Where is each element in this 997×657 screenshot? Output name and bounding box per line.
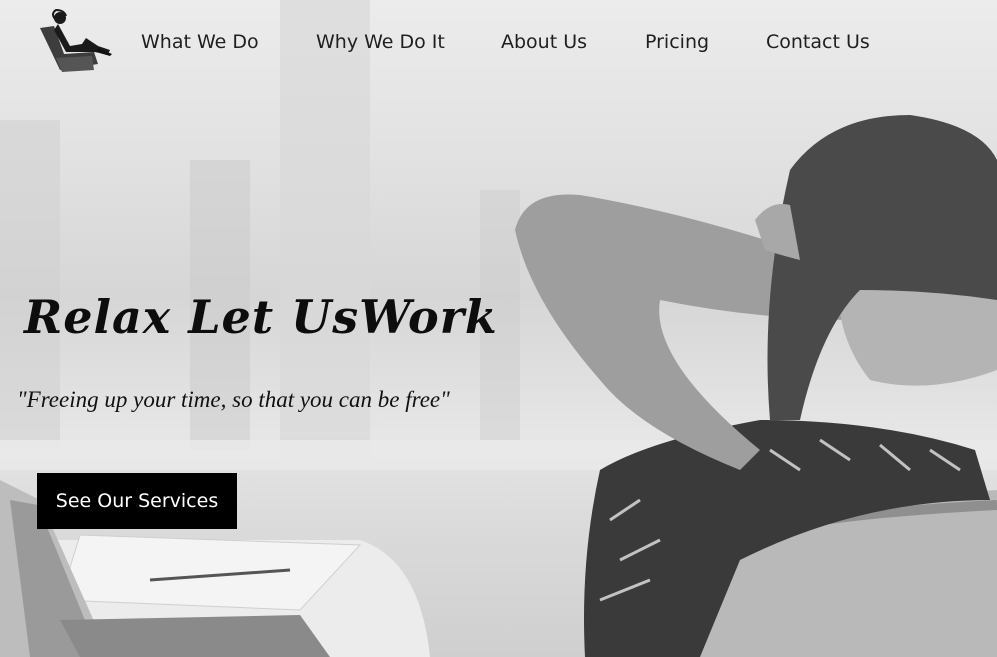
nav-link-why-we-do-it[interactable]: Why We Do It bbox=[316, 28, 445, 56]
logo[interactable] bbox=[36, 8, 114, 74]
hero-headline: Relax Let UsWork bbox=[24, 290, 498, 344]
nav-link-about-us[interactable]: About Us bbox=[501, 28, 587, 56]
nav-link-pricing[interactable]: Pricing bbox=[645, 28, 709, 56]
hero-tagline: "Freeing up your time, so that you can b… bbox=[17, 387, 450, 412]
nav-link-what-we-do[interactable]: What We Do bbox=[141, 28, 259, 56]
relaxing-person-in-chair-icon bbox=[40, 8, 112, 72]
nav-link-contact-us[interactable]: Contact Us bbox=[766, 28, 870, 56]
see-our-services-button[interactable]: See Our Services bbox=[37, 473, 237, 529]
